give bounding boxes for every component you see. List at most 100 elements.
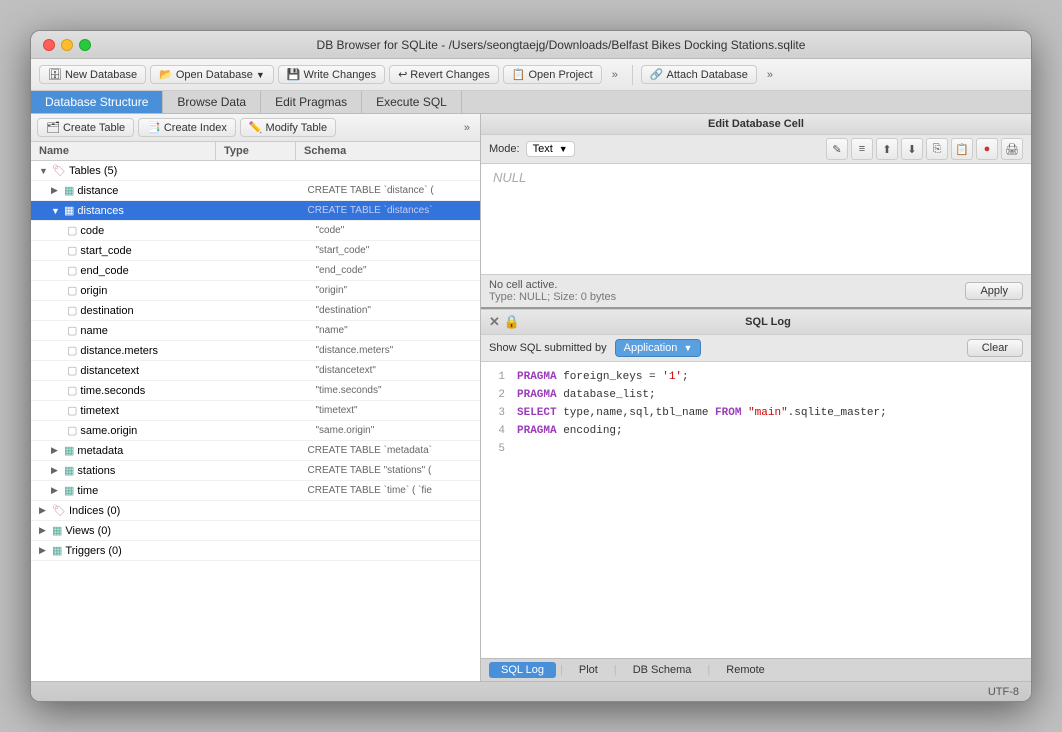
tab-browse-data[interactable]: Browse Data <box>163 91 261 113</box>
list-item[interactable]: ▶ ▦ stations CREATE TABLE "stations" ( <box>31 461 480 481</box>
list-item[interactable]: ▢destination "destination" <box>31 301 480 321</box>
write-changes-button[interactable]: 💾 Write Changes <box>278 65 385 84</box>
triggers-icon: ▦ <box>52 544 62 557</box>
list-item[interactable]: ▶ ▦ metadata CREATE TABLE `metadata` <box>31 441 480 461</box>
maximize-button[interactable] <box>79 39 91 51</box>
column-icon: ▢ <box>67 304 77 317</box>
table-icon: ▦ <box>64 184 74 197</box>
column-icon: ▢ <box>67 424 77 437</box>
cell-print-icon[interactable]: 🖨 <box>1001 138 1023 160</box>
cell-editor-icons: ✎ ≡ ⬆ ⬇ ⎘ 📋 ● 🖨 <box>826 138 1023 160</box>
main-window: DB Browser for SQLite - /Users/seongtaej… <box>30 30 1032 702</box>
list-item[interactable]: ▼ ▦ distances CREATE TABLE `distances` <box>31 201 480 221</box>
toolbar-more2-button[interactable]: » <box>761 67 779 83</box>
status-bar: UTF-8 <box>31 681 1031 701</box>
apply-button[interactable]: Apply <box>965 282 1023 300</box>
cell-editor: Edit Database Cell Mode: Text ▼ ✎ ≡ ⬆ ⬇ … <box>481 114 1031 309</box>
create-index-button[interactable]: 📑 Create Index <box>138 118 236 137</box>
open-project-button[interactable]: 📋 Open Project <box>503 65 602 84</box>
tab-edit-pragmas[interactable]: Edit Pragmas <box>261 91 362 113</box>
tab-plot[interactable]: Plot <box>567 662 610 678</box>
table-icon: ▦ <box>64 444 74 457</box>
cell-status: No cell active. Type: NULL; Size: 0 byte… <box>481 274 1031 307</box>
attach-database-button[interactable]: 🔗 Attach Database <box>641 65 757 84</box>
cell-content: NULL <box>481 164 1031 274</box>
table-icon: ▦ <box>64 484 74 497</box>
sql-line: 2 PRAGMA database_list; <box>489 386 1023 404</box>
list-item[interactable]: ▶ ▦ Views (0) <box>31 521 480 541</box>
cell-export-icon[interactable]: ⬇ <box>901 138 923 160</box>
modify-icon: ✏️ <box>249 121 263 134</box>
tab-database-structure[interactable]: Database Structure <box>31 91 163 113</box>
chevron-down-icon: ▼ <box>683 343 692 353</box>
new-database-button[interactable]: 🗄 New Database <box>39 65 146 84</box>
list-item[interactable]: ▢distancetext "distancetext" <box>31 361 480 381</box>
mode-select[interactable]: Text ▼ <box>526 141 575 157</box>
left-toolbar: 🗂 Create Table 📑 Create Index ✏️ Modify … <box>31 114 480 142</box>
list-item[interactable]: ▢same.origin "same.origin" <box>31 421 480 441</box>
close-icon[interactable]: ✕ <box>489 314 500 330</box>
left-toolbar-more[interactable]: » <box>460 120 474 136</box>
tab-remote[interactable]: Remote <box>714 662 777 678</box>
clear-button[interactable]: Clear <box>967 339 1023 357</box>
chevron-down-icon: ▼ <box>256 70 265 80</box>
list-item[interactable]: ▢origin "origin" <box>31 281 480 301</box>
cell-edit-icon[interactable]: ✎ <box>826 138 848 160</box>
attach-icon: 🔗 <box>650 68 664 81</box>
list-item[interactable]: ▢name "name" <box>31 321 480 341</box>
list-item[interactable]: ▢code "code" <box>31 221 480 241</box>
sql-line: 1 PRAGMA foreign_keys = '1'; <box>489 368 1023 386</box>
column-icon: ▢ <box>67 404 77 417</box>
chevron-down-icon: ▼ <box>559 144 568 154</box>
list-item[interactable]: ▢timetext "timetext" <box>31 401 480 421</box>
toolbar-more-button[interactable]: » <box>606 67 624 83</box>
expand-icon: ▶ <box>51 465 61 476</box>
minimize-button[interactable] <box>61 39 73 51</box>
tab-sql-log[interactable]: SQL Log <box>489 662 556 678</box>
write-icon: 💾 <box>287 68 301 81</box>
bottom-tab-bar: SQL Log | Plot | DB Schema | Remote <box>481 658 1031 681</box>
list-item[interactable]: ▶ ▦ time CREATE TABLE `time` ( `fie <box>31 481 480 501</box>
cell-paste-icon[interactable]: 📋 <box>951 138 973 160</box>
column-icon: ▢ <box>67 224 77 237</box>
close-button[interactable] <box>43 39 55 51</box>
left-panel: 🗂 Create Table 📑 Create Index ✏️ Modify … <box>31 114 481 681</box>
sql-line: 5 <box>489 440 1023 458</box>
list-item[interactable]: ▶ ▦ distance CREATE TABLE `distance` ( <box>31 181 480 201</box>
tab-db-schema[interactable]: DB Schema <box>621 662 704 678</box>
expand-icon: ▼ <box>39 166 49 176</box>
list-item[interactable]: ▢time.seconds "time.seconds" <box>31 381 480 401</box>
sql-content: 1 PRAGMA foreign_keys = '1'; 2 PRAGMA da… <box>481 362 1031 658</box>
open-icon: 📂 <box>159 68 173 81</box>
open-database-button[interactable]: 📂 Open Database ▼ <box>150 65 274 84</box>
main-content: 🗂 Create Table 📑 Create Index ✏️ Modify … <box>31 114 1031 681</box>
sql-line: 4 PRAGMA encoding; <box>489 422 1023 440</box>
expand-icon: ▶ <box>39 545 49 556</box>
list-item[interactable]: ▶ 🏷 Indices (0) <box>31 501 480 521</box>
revert-changes-button[interactable]: ↩ Revert Changes <box>389 65 499 84</box>
cell-null-icon[interactable]: ● <box>976 138 998 160</box>
tree-header: Name Type Schema <box>31 142 480 161</box>
modify-table-button[interactable]: ✏️ Modify Table <box>240 118 336 137</box>
create-table-button[interactable]: 🗂 Create Table <box>37 118 134 137</box>
cell-copy-icon[interactable]: ⎘ <box>926 138 948 160</box>
tab-execute-sql[interactable]: Execute SQL <box>362 91 462 113</box>
expand-icon: ▶ <box>51 185 61 196</box>
table-icon: ▦ <box>64 464 74 477</box>
list-item[interactable]: ▢start_code "start_code" <box>31 241 480 261</box>
toolbar-separator <box>632 65 633 85</box>
index-icon: 📑 <box>147 121 161 134</box>
mode-label: Mode: <box>489 143 520 155</box>
list-item[interactable]: ▢end_code "end_code" <box>31 261 480 281</box>
list-item[interactable]: ▶ ▦ Triggers (0) <box>31 541 480 561</box>
list-item[interactable]: ▢distance.meters "distance.meters" <box>31 341 480 361</box>
source-select[interactable]: Application ▼ <box>615 339 702 357</box>
table-icon: ▦ <box>64 204 74 217</box>
expand-icon: ▶ <box>51 485 61 496</box>
revert-icon: ↩ <box>398 68 407 81</box>
sql-log-toolbar: Show SQL submitted by Application ▼ Clea… <box>481 335 1031 362</box>
list-item[interactable]: ▼ 🏷 Tables (5) <box>31 161 480 181</box>
cell-import-icon[interactable]: ⬆ <box>876 138 898 160</box>
right-panel: Edit Database Cell Mode: Text ▼ ✎ ≡ ⬆ ⬇ … <box>481 114 1031 681</box>
cell-align-icon[interactable]: ≡ <box>851 138 873 160</box>
